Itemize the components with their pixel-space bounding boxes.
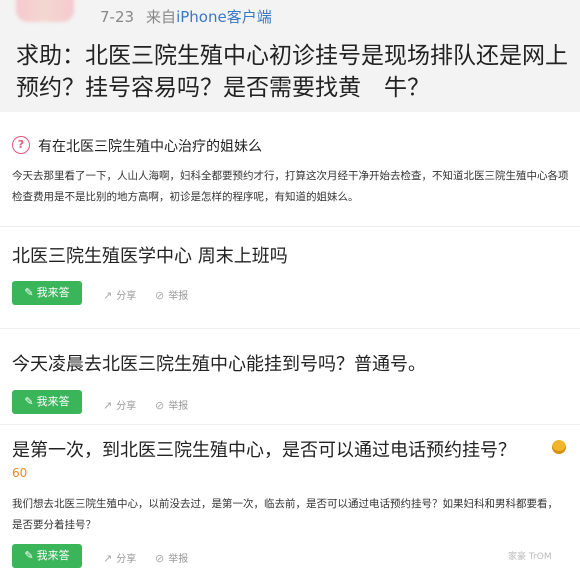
watermark: 家豪 TrOM <box>508 552 552 562</box>
report-label: 举报 <box>168 554 189 565</box>
answer-button-label: 我来答 <box>36 395 70 408</box>
source-client-link[interactable]: iPhone客户端 <box>176 8 272 26</box>
share-icon: ↗ <box>103 289 113 302</box>
share-button[interactable]: ↗ 分享 <box>103 550 136 565</box>
page-title: 求助：北医三院生殖中心初诊挂号是现场排队还是网上预约？挂号容易吗？是否需要找黄 … <box>16 43 568 101</box>
source-prefix: 来自 <box>146 8 177 26</box>
question-mark-icon: ? <box>12 136 30 154</box>
reward-points: 60 <box>12 466 28 480</box>
avatar[interactable] <box>16 0 74 22</box>
related-question-title[interactable]: 有在北医三院生殖中心治疗的姐妹么 <box>38 136 262 156</box>
share-label: 分享 <box>116 291 137 302</box>
edit-icon: ✎ <box>24 395 34 408</box>
question-title[interactable]: 北医三院生殖医学中心 周末上班吗 <box>12 242 288 268</box>
edit-icon: ✎ <box>24 286 34 299</box>
report-icon: ⊘ <box>155 289 165 302</box>
related-question-description: 今天去那里看了一下，人山人海啊，妇科全都要预约才行，打算这次月经干净开始去检查，… <box>12 170 569 203</box>
report-button[interactable]: ⊘ 举报 <box>155 397 188 412</box>
question-title[interactable]: 今天凌晨去北医三院生殖中心能挂到号吗？普通号。 <box>12 350 426 376</box>
question-title[interactable]: 是第一次，到北医三院生殖中心，是否可以通过电话预约挂号？ <box>12 436 516 462</box>
post-date: 7-23 <box>100 8 135 26</box>
answer-button-label: 我来答 <box>36 286 70 299</box>
divider <box>0 328 580 329</box>
section-divider <box>0 112 580 122</box>
answer-button[interactable]: ✎ 我来答 <box>12 390 82 414</box>
report-button[interactable]: ⊘ 举报 <box>155 550 188 565</box>
report-label: 举报 <box>168 291 189 302</box>
share-button[interactable]: ↗ 分享 <box>103 287 136 302</box>
report-icon: ⊘ <box>155 552 165 565</box>
share-button[interactable]: ↗ 分享 <box>103 397 136 412</box>
share-icon: ↗ <box>103 552 113 565</box>
reward-coin-icon <box>552 440 566 454</box>
divider <box>0 226 580 227</box>
share-label: 分享 <box>116 554 137 565</box>
question-description: 我们想去北医三院生殖中心，以前没去过，是第一次，临去前，是否可以通过电话预约挂号… <box>12 498 558 531</box>
report-button[interactable]: ⊘ 举报 <box>155 287 188 302</box>
answer-button[interactable]: ✎ 我来答 <box>12 281 82 305</box>
report-label: 举报 <box>168 401 189 412</box>
share-icon: ↗ <box>103 399 113 412</box>
share-label: 分享 <box>116 401 137 412</box>
answer-button-label: 我来答 <box>36 549 70 562</box>
answer-button[interactable]: ✎ 我来答 <box>12 544 82 568</box>
divider <box>0 424 580 425</box>
report-icon: ⊘ <box>155 399 165 412</box>
edit-icon: ✎ <box>24 549 34 562</box>
post-meta: 7-23 来自iPhone客户端 <box>100 6 272 27</box>
